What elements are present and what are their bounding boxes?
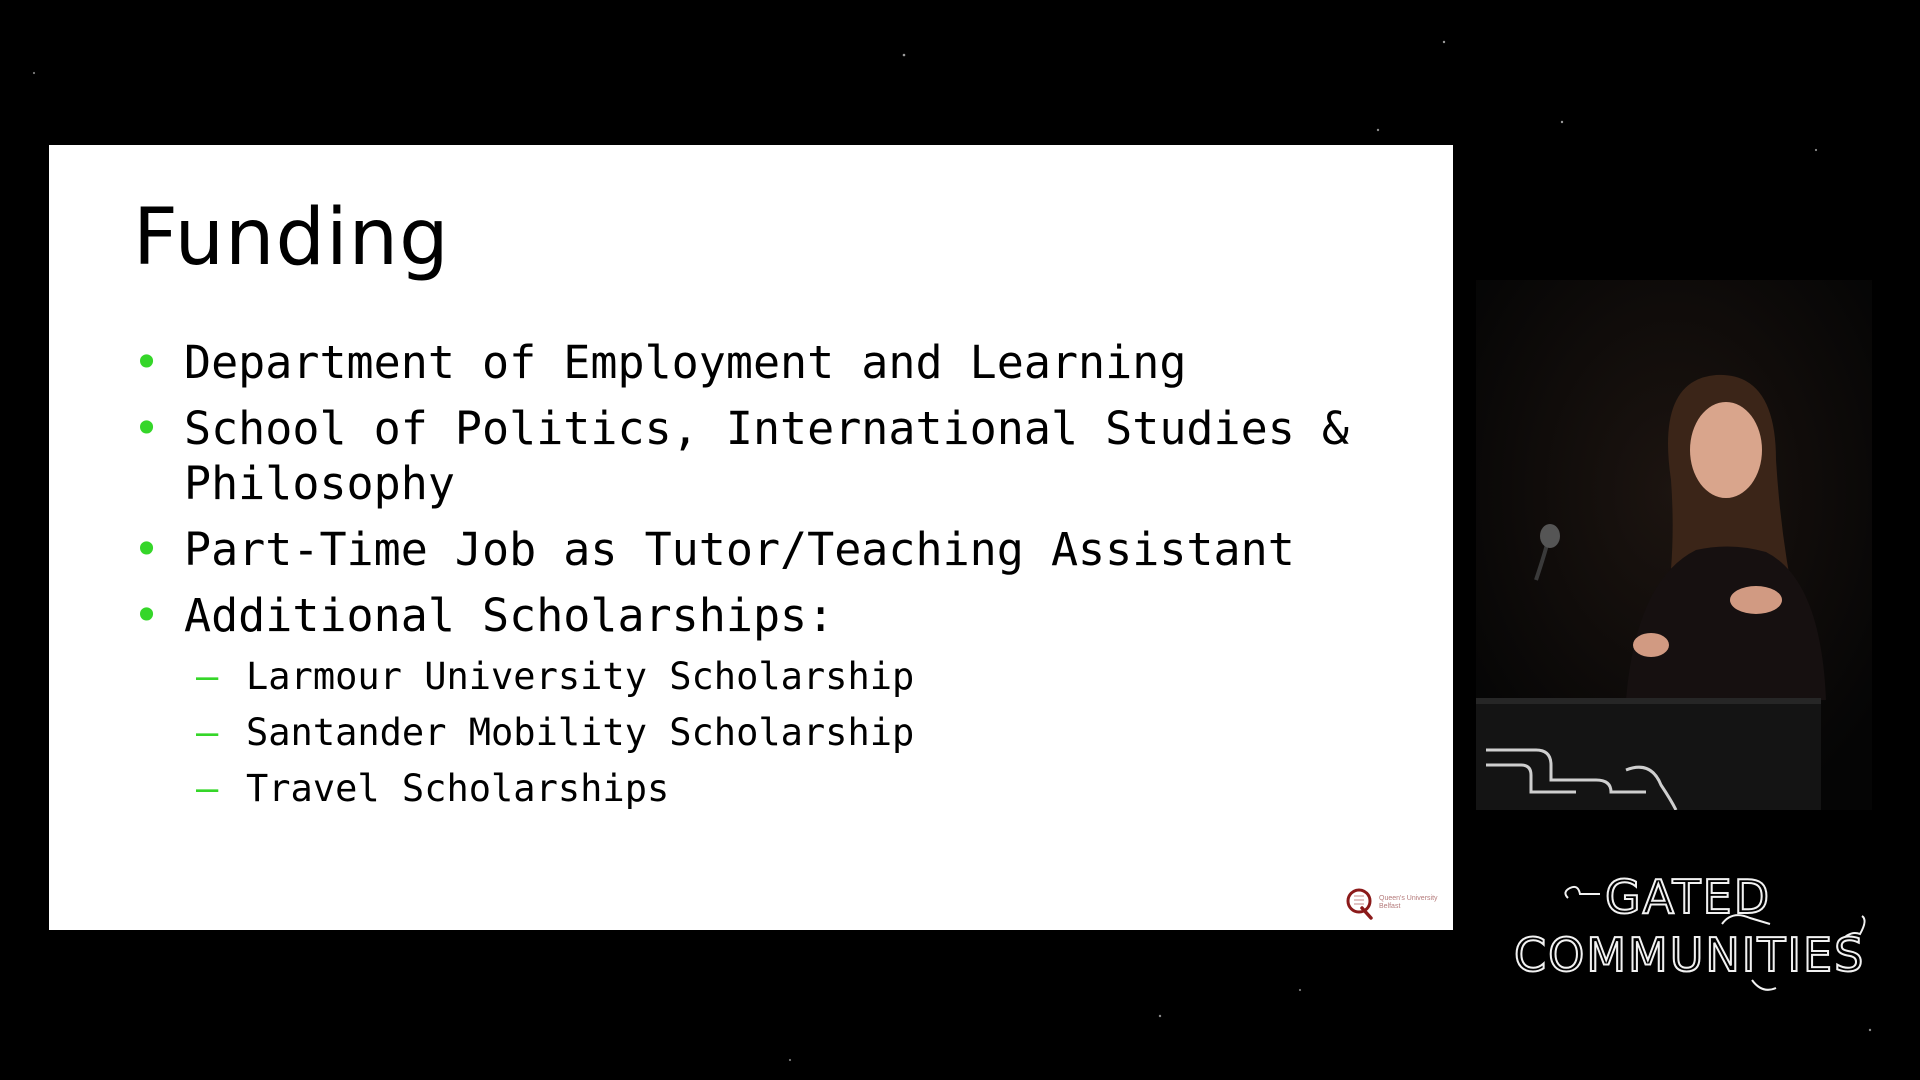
bullet-text: Department of Employment and Learning [184, 336, 1187, 389]
dash-icon: – [196, 711, 219, 754]
dash-icon: – [196, 655, 219, 698]
logo-line-gated: GATED [1604, 869, 1772, 925]
bullet-text: Additional Scholarships: [184, 589, 835, 642]
gated-communities-logo: GATED COMMUNITIES [1500, 869, 1880, 1000]
bullet-list: • Department of Employment and Learning … [133, 335, 1413, 828]
bullet-dot-icon: • [133, 589, 161, 642]
bullet-item: • Additional Scholarships: – Larmour Uni… [133, 588, 1413, 817]
sub-bullet-item: – Santander Mobility Scholarship [196, 705, 1413, 761]
sub-bullet-text: Travel Scholarships [246, 767, 670, 810]
bullet-text: Part-Time Job as Tutor/Teaching Assistan… [184, 523, 1295, 576]
dash-icon: – [196, 767, 219, 810]
speaker-image [1476, 280, 1872, 810]
bullet-dot-icon: • [133, 523, 161, 576]
speaker-video [1476, 280, 1872, 810]
university-logo: Queen's University Belfast [1345, 886, 1441, 920]
bullet-item: • School of Politics, International Stud… [133, 401, 1413, 511]
slide-title: Funding [133, 193, 450, 283]
presentation-slide: Funding • Department of Employment and L… [49, 145, 1453, 930]
sub-bullet-text: Larmour University Scholarship [246, 655, 915, 698]
university-crest-icon [1346, 888, 1373, 920]
logo-line-communities: COMMUNITIES [1513, 927, 1866, 983]
sub-bullet-item: – Travel Scholarships [196, 761, 1413, 817]
sub-bullet-item: – Larmour University Scholarship [196, 649, 1413, 705]
sub-bullet-text: Santander Mobility Scholarship [246, 711, 915, 754]
sub-bullet-list: – Larmour University Scholarship – Santa… [196, 649, 1413, 817]
bullet-item: • Part-Time Job as Tutor/Teaching Assist… [133, 522, 1413, 577]
university-logo-text: Queen's University Belfast [1379, 895, 1438, 910]
bullet-dot-icon: • [133, 336, 161, 389]
bullet-dot-icon: • [133, 402, 161, 455]
bullet-text: School of Politics, International Studie… [184, 402, 1349, 510]
bullet-item: • Department of Employment and Learning [133, 335, 1413, 390]
